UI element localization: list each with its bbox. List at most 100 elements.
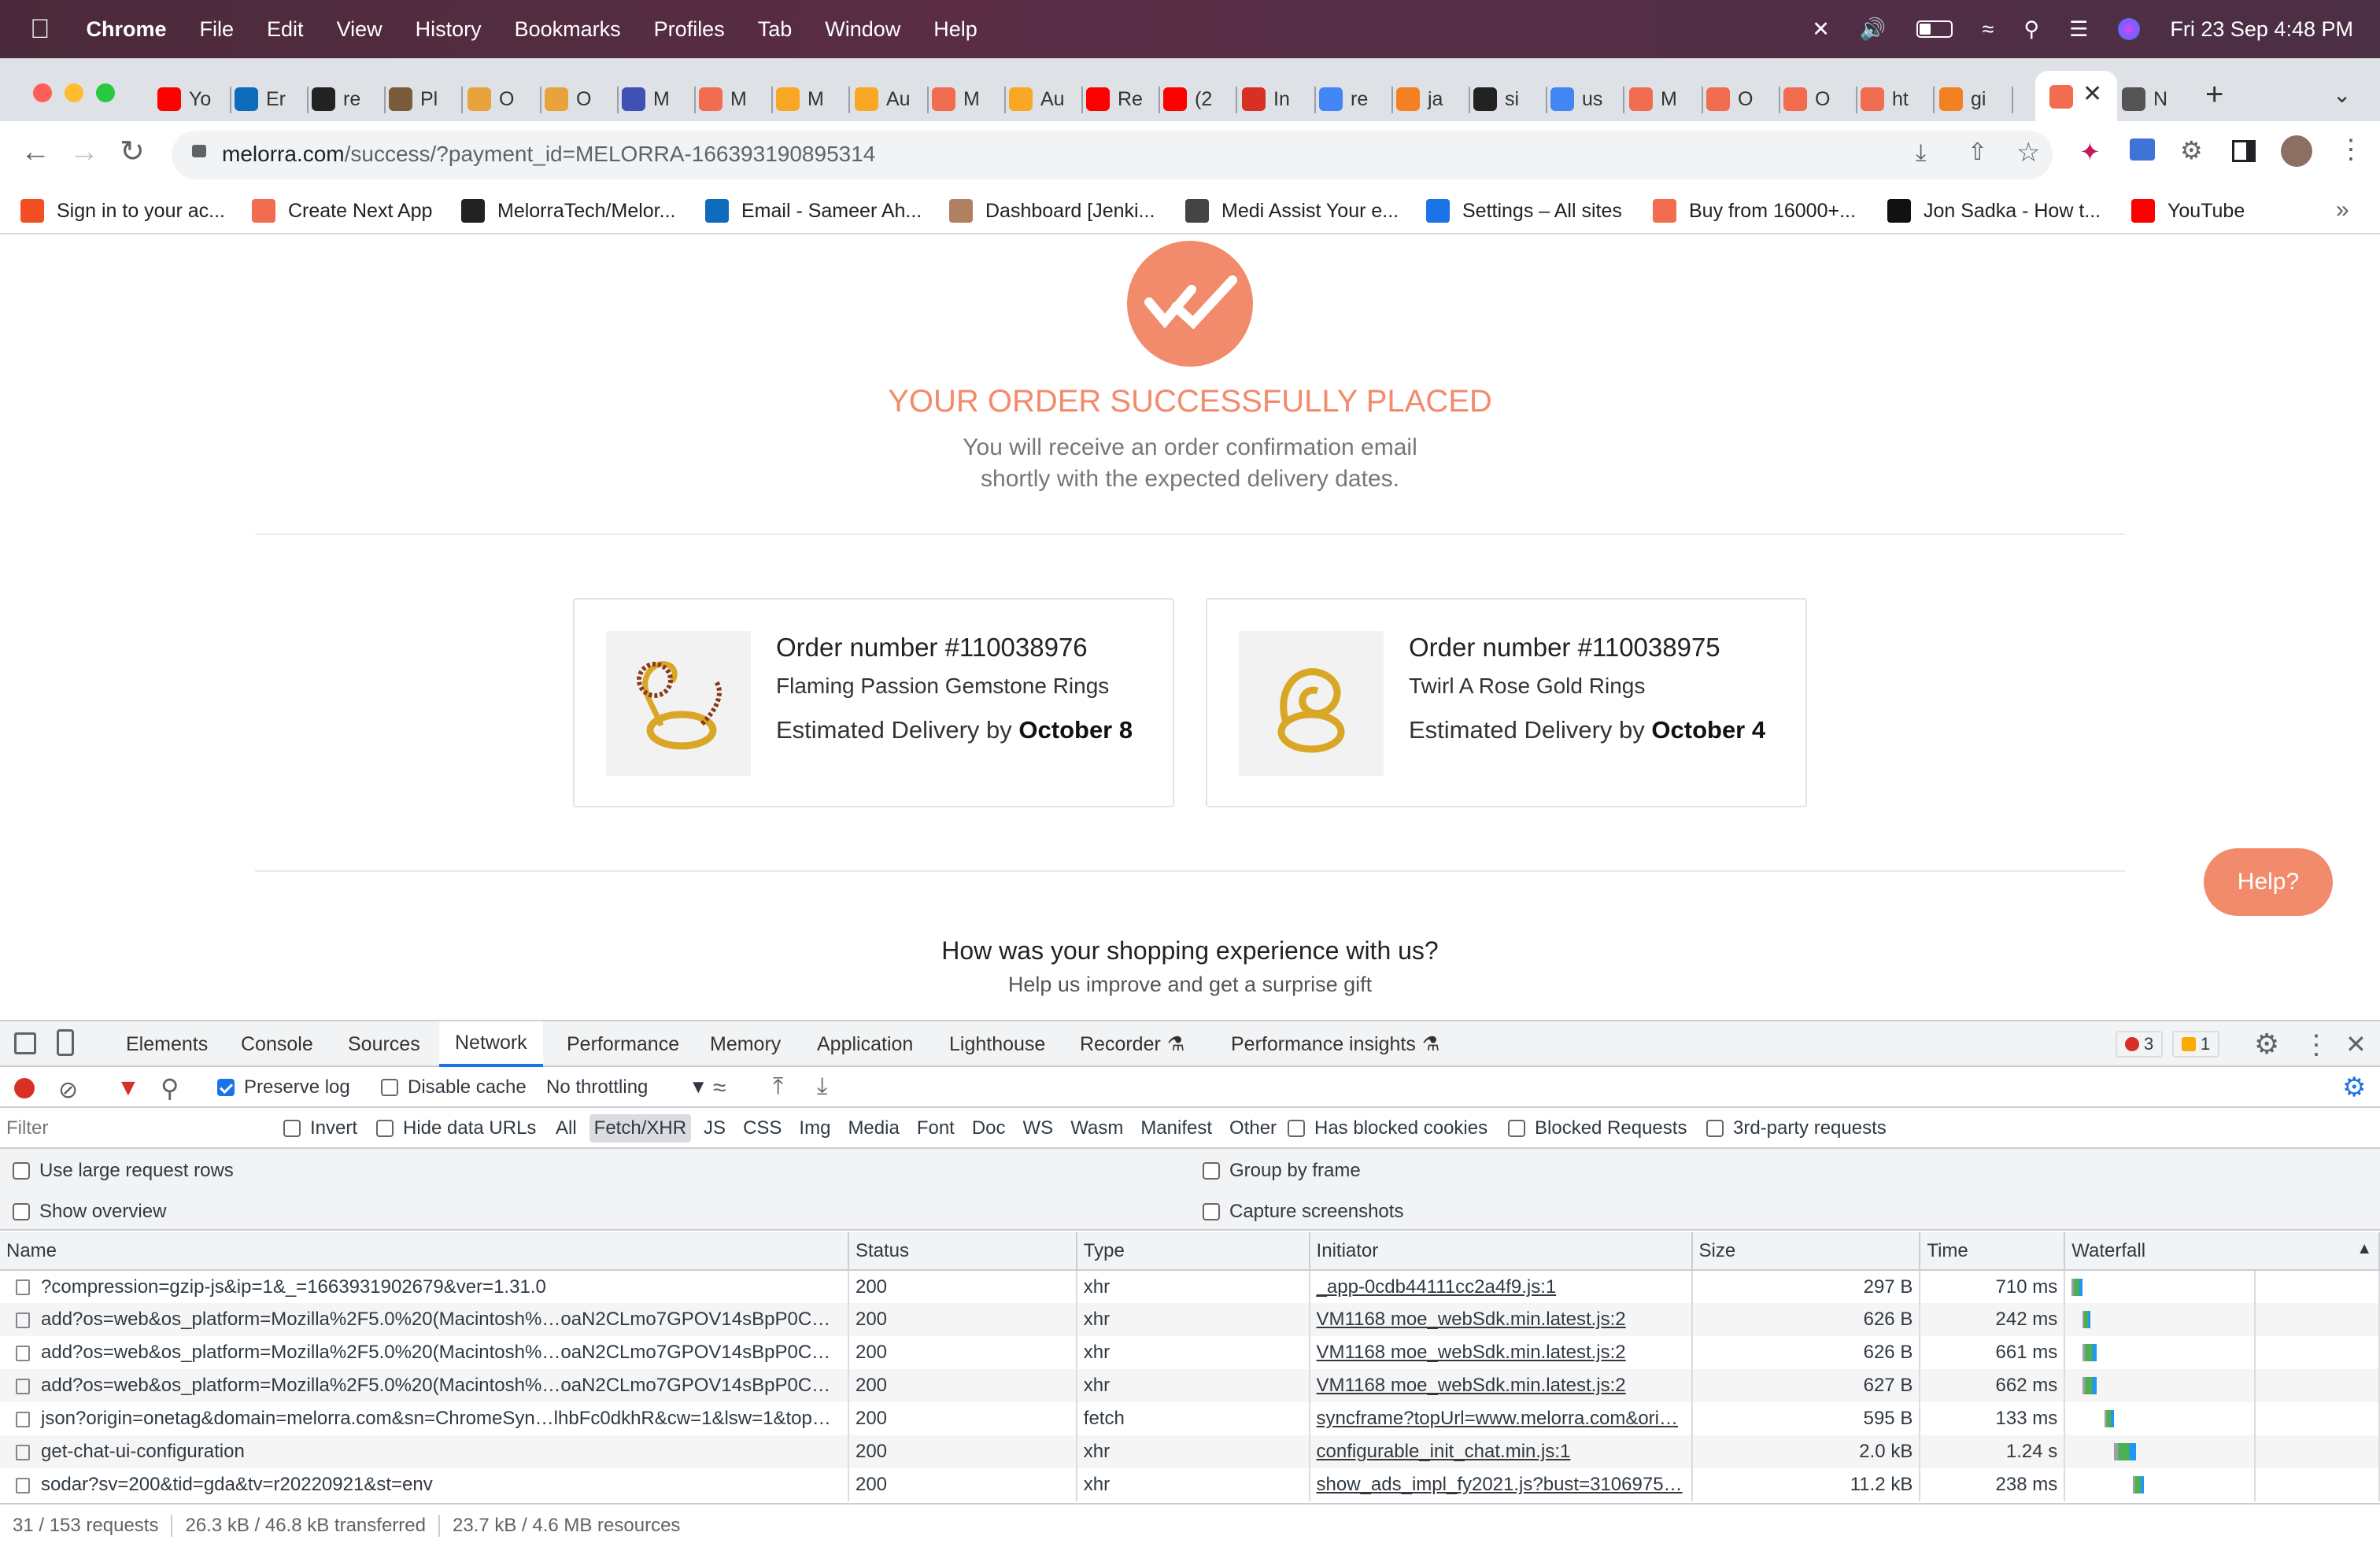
reload-icon[interactable]: ↻ [120, 134, 145, 169]
menu-item-history[interactable]: History [416, 17, 482, 42]
checkbox-unchecked[interactable] [13, 1162, 30, 1180]
search-icon[interactable]: ⚲ [161, 1073, 179, 1103]
table-row[interactable]: add?os=web&os_platform=Mozilla%2F5.0%20(… [0, 1369, 2380, 1402]
devtools-tab-application[interactable]: Application [817, 1021, 913, 1067]
error-count-badge[interactable]: 3 [2116, 1031, 2164, 1058]
devtools-close-icon[interactable]: ✕ [2345, 1029, 2367, 1059]
device-toolbar-icon[interactable] [57, 1029, 74, 1056]
use-large-rows-checkbox[interactable]: Use large request rows [13, 1160, 234, 1182]
request-initiator[interactable]: VM1168 moe_webSdk.min.latest.js:2 [1309, 1303, 1693, 1336]
control-center-icon[interactable]: ☰ [2069, 17, 2088, 42]
filter-funnel-icon[interactable]: ▼ [116, 1075, 140, 1102]
browser-tab[interactable]: us [1550, 77, 1602, 121]
throttling-select[interactable]: No throttling ▼ [546, 1076, 708, 1098]
column-header-name[interactable]: Name [0, 1232, 849, 1271]
menu-app-name[interactable]: Chrome [87, 17, 167, 42]
checkbox-unchecked[interactable] [1203, 1203, 1220, 1220]
checkbox-unchecked[interactable] [1508, 1120, 1525, 1137]
request-name-cell[interactable]: add?os=web&os_platform=Mozilla%2F5.0%20(… [0, 1336, 849, 1369]
blocked-requests-checkbox[interactable]: Blocked Requests [1508, 1117, 1687, 1139]
devtools-tab-lighthouse[interactable]: Lighthouse [949, 1021, 1045, 1067]
type-filter-fetchxhr[interactable]: Fetch/XHR [589, 1114, 692, 1143]
filter-input[interactable] [5, 1114, 263, 1143]
chrome-menu-icon[interactable]: ⋮ [2338, 134, 2364, 165]
back-arrow-icon[interactable]: ← [20, 135, 50, 169]
table-row[interactable]: ?compression=gzip-js&ip=1&_=166393190267… [0, 1270, 2380, 1303]
devtools-tab-console[interactable]: Console [241, 1021, 313, 1067]
siri-icon[interactable] [2118, 18, 2141, 40]
menu-item-bookmarks[interactable]: Bookmarks [515, 17, 621, 42]
close-tab-icon[interactable]: ✕ [2082, 80, 2102, 108]
request-name-cell[interactable]: get-chat-ui-configuration [0, 1435, 849, 1468]
more-bookmarks-icon[interactable]: » [2336, 197, 2349, 223]
lock-icon[interactable] [192, 145, 206, 157]
install-icon[interactable]: ⤓ [1916, 140, 1926, 167]
import-har-icon[interactable]: ⤒ [773, 1073, 783, 1100]
type-filter-wasm[interactable]: Wasm [1066, 1114, 1128, 1143]
volume-icon[interactable]: 🔊 [1860, 17, 1887, 42]
devtools-tab-sources[interactable]: Sources [348, 1021, 420, 1067]
request-name-cell[interactable]: sodar?sv=200&tid=gda&tv=r20220921&st=env [0, 1468, 849, 1501]
browser-tab[interactable]: M [776, 77, 824, 121]
menu-item-help[interactable]: Help [933, 17, 978, 42]
column-header-type[interactable]: Type [1076, 1232, 1310, 1271]
menu-item-tab[interactable]: Tab [758, 17, 793, 42]
minimize-window-button[interactable] [65, 83, 83, 102]
clear-icon[interactable]: ⊘ [58, 1076, 78, 1104]
type-filter-all[interactable]: All [551, 1114, 582, 1143]
browser-tab[interactable]: Au [1009, 77, 1065, 121]
table-row[interactable]: get-chat-ui-configuration 200 xhr configura… [0, 1435, 2380, 1468]
table-row[interactable]: add?os=web&os_platform=Mozilla%2F5.0%20(… [0, 1303, 2380, 1336]
inspect-element-icon[interactable] [14, 1032, 36, 1054]
spotlight-search-icon[interactable]: ⚲ [2023, 17, 2039, 42]
bookmark-item[interactable]: Sign in to your ac... [20, 195, 225, 227]
menu-clock[interactable]: Fri 23 Sep 4:48 PM [2170, 17, 2353, 42]
devtools-tab-elements[interactable]: Elements [126, 1021, 208, 1067]
browser-tab[interactable]: O [1706, 77, 1753, 121]
close-window-button[interactable] [33, 83, 52, 102]
type-filter-css[interactable]: CSS [738, 1114, 786, 1143]
bookmark-item[interactable]: MelorraTech/Melor... [461, 195, 675, 227]
browser-tab[interactable]: re [1319, 77, 1368, 121]
menu-item-edit[interactable]: Edit [267, 17, 304, 42]
devtools-tab-performance-insights[interactable]: Performance insights ⚗ [1231, 1021, 1439, 1067]
browser-tab[interactable]: (2 [1163, 77, 1212, 121]
extension-icon[interactable]: ✦ [2079, 137, 2101, 167]
table-row[interactable]: json?origin=onetag&domain=melorra.com&sn… [0, 1402, 2380, 1435]
browser-tab[interactable]: M [699, 77, 747, 121]
invert-checkbox[interactable]: Invert [283, 1117, 357, 1139]
profile-avatar[interactable] [2281, 135, 2312, 167]
warning-count-badge[interactable]: 1 [2172, 1031, 2220, 1058]
new-tab-button[interactable]: + [2205, 77, 2223, 113]
browser-tab[interactable]: Re [1086, 77, 1143, 121]
browser-tab[interactable]: gi [1939, 77, 1986, 121]
bookmark-item[interactable]: Email - Sameer Ah... [705, 195, 922, 227]
devtools-settings-gear-icon[interactable]: ⚙ [2254, 1028, 2279, 1061]
active-tab[interactable]: ✕ [2035, 71, 2117, 121]
bluetooth-icon[interactable]: ✕ [1812, 17, 1830, 42]
browser-tab[interactable]: re [312, 77, 360, 121]
side-panel-icon[interactable] [2232, 140, 2256, 162]
request-name-cell[interactable]: add?os=web&os_platform=Mozilla%2F5.0%20(… [0, 1303, 849, 1336]
preserve-log-checkbox[interactable]: Preserve log [217, 1076, 350, 1098]
wifi-icon[interactable]: ≈ [1983, 17, 1994, 42]
checkbox-unchecked[interactable] [13, 1203, 30, 1220]
browser-tab[interactable]: Pl [389, 77, 438, 121]
column-header-initiator[interactable]: Initiator [1309, 1232, 1693, 1271]
third-party-requests-checkbox[interactable]: 3rd-party requests [1706, 1117, 1887, 1139]
devtools-tab-memory[interactable]: Memory [710, 1021, 781, 1067]
type-filter-media[interactable]: Media [843, 1114, 904, 1143]
devtools-more-icon[interactable]: ⋮ [2303, 1029, 2330, 1061]
forward-arrow-icon[interactable]: → [69, 135, 99, 169]
tab-search-chevron-down-icon[interactable]: ⌄ [2333, 82, 2351, 108]
export-har-icon[interactable]: ⤓ [817, 1073, 827, 1100]
bookmark-item[interactable]: Create Next App [252, 195, 432, 227]
type-filter-img[interactable]: Img [794, 1114, 835, 1143]
bookmark-item[interactable]: Jon Sadka - How t... [1887, 195, 2101, 227]
type-filter-ws[interactable]: WS [1018, 1114, 1059, 1143]
apple-icon[interactable]:  [30, 14, 50, 45]
checkbox-unchecked[interactable] [1203, 1162, 1220, 1180]
request-initiator[interactable]: _app-0cdb44111cc2a4f9.js:1 [1309, 1270, 1693, 1303]
browser-tab[interactable]: Au [855, 77, 911, 121]
menu-item-profiles[interactable]: Profiles [654, 17, 725, 42]
